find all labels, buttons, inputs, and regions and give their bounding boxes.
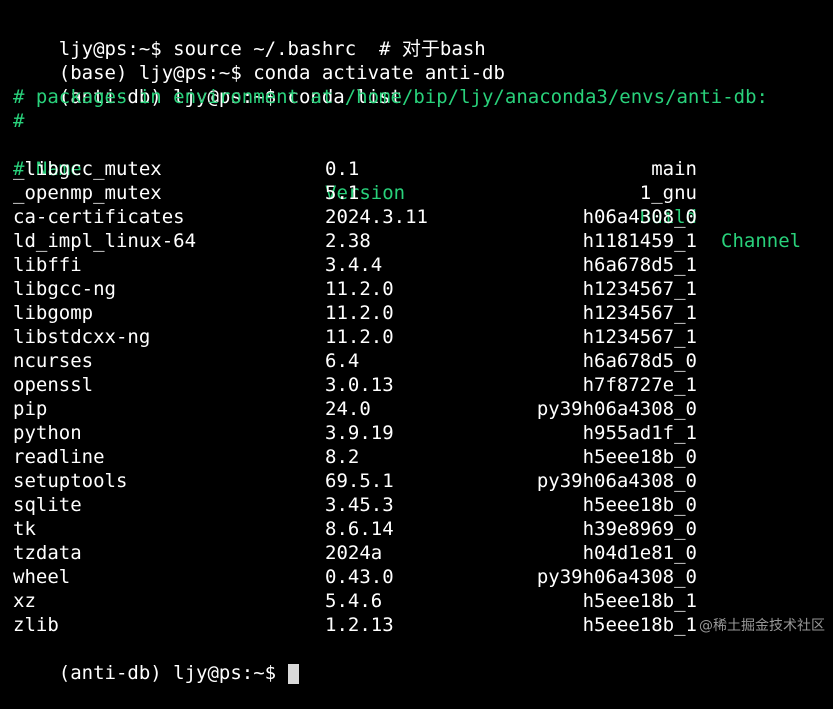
package-version: 2024.3.11 bbox=[325, 206, 428, 228]
table-row: tk 8.6.14 h39e8969_0 bbox=[13, 517, 833, 541]
package-name: ca-certificates bbox=[13, 206, 185, 228]
package-name: libgcc-ng bbox=[13, 278, 116, 300]
package-name: openssl bbox=[13, 374, 94, 396]
table-row: libstdcxx-ng 11.2.0 h1234567_1 bbox=[13, 325, 833, 349]
package-build: h06a4308_0 bbox=[582, 206, 697, 228]
package-version: 0.1 bbox=[325, 158, 360, 180]
table-row: _openmp_mutex 5.1 1_gnu bbox=[13, 181, 833, 205]
package-build: py39h06a4308_0 bbox=[536, 566, 697, 588]
package-build: h5eee18b_0 bbox=[582, 494, 697, 516]
table-row: xz 5.4.6 h5eee18b_1 bbox=[13, 589, 833, 613]
package-build: main bbox=[651, 158, 697, 180]
package-name: tzdata bbox=[13, 542, 82, 564]
package-name: _libgcc_mutex bbox=[13, 158, 162, 180]
package-version: 2024a bbox=[325, 542, 383, 564]
package-build: h04d1e81_0 bbox=[582, 542, 697, 564]
package-build: h6a678d5_1 bbox=[582, 254, 697, 276]
table-row: tzdata 2024a h04d1e81_0 bbox=[13, 541, 833, 565]
package-name: wheel bbox=[13, 566, 71, 588]
table-row: libgcc-ng 11.2.0 h1234567_1 bbox=[13, 277, 833, 301]
package-version: 8.2 bbox=[325, 446, 360, 468]
package-version: 1.2.13 bbox=[325, 614, 394, 636]
command-line: ljy@ps:~$ source ~/.bashrc # 对于bash bbox=[13, 13, 833, 60]
package-name: ncurses bbox=[13, 350, 94, 372]
package-version: 3.4.4 bbox=[325, 254, 383, 276]
package-version: 11.2.0 bbox=[325, 278, 394, 300]
package-name: libgomp bbox=[13, 302, 94, 324]
shell-prompt: (anti-db) ljy@ps:~$ bbox=[58, 662, 288, 684]
command-line: (base) ljy@ps:~$ conda activate anti-db bbox=[13, 37, 833, 84]
package-name: sqlite bbox=[13, 494, 82, 516]
table-row: ld_impl_linux-64 2.38 h1181459_1 bbox=[13, 229, 833, 253]
package-build: py39h06a4308_0 bbox=[536, 398, 697, 420]
package-version: 24.0 bbox=[325, 398, 371, 420]
package-build: h5eee18b_0 bbox=[582, 446, 697, 468]
package-version: 69.5.1 bbox=[325, 470, 394, 492]
table-row: setuptools 69.5.1 py39h06a4308_0 bbox=[13, 469, 833, 493]
package-build: h7f8727e_1 bbox=[582, 374, 697, 396]
package-build: h39e8969_0 bbox=[582, 518, 697, 540]
package-version: 5.4.6 bbox=[325, 590, 383, 612]
terminal-window[interactable]: ljy@ps:~$ source ~/.bashrc # 对于bash (bas… bbox=[13, 13, 833, 684]
package-name: tk bbox=[13, 518, 36, 540]
package-name: readline bbox=[13, 446, 105, 468]
table-row: libffi 3.4.4 h6a678d5_1 bbox=[13, 253, 833, 277]
package-build: h5eee18b_1 bbox=[582, 614, 697, 636]
text-cursor bbox=[287, 663, 299, 684]
environment-comment: # packages in environment at /home/bip/l… bbox=[13, 86, 768, 108]
package-version: 3.9.19 bbox=[325, 422, 394, 444]
watermark-text: @稀土掘金技术社区 bbox=[699, 618, 825, 634]
package-build: h5eee18b_1 bbox=[582, 590, 697, 612]
table-row: ca-certificates 2024.3.11 h06a4308_0 bbox=[13, 205, 833, 229]
package-version: 5.1 bbox=[325, 182, 360, 204]
table-row: wheel 0.43.0 py39h06a4308_0 bbox=[13, 565, 833, 589]
package-name: setuptools bbox=[13, 470, 128, 492]
package-version: 11.2.0 bbox=[325, 326, 394, 348]
package-name: pip bbox=[13, 398, 48, 420]
table-row: readline 8.2 h5eee18b_0 bbox=[13, 445, 833, 469]
package-version: 3.45.3 bbox=[325, 494, 394, 516]
package-name: zlib bbox=[13, 614, 59, 636]
table-row: openssl 3.0.13 h7f8727e_1 bbox=[13, 373, 833, 397]
package-name: libstdcxx-ng bbox=[13, 326, 151, 348]
command-line: (anti-db) ljy@ps:~$ conda list bbox=[13, 61, 833, 108]
comment-line: # bbox=[13, 110, 25, 132]
table-row: libgomp 11.2.0 h1234567_1 bbox=[13, 301, 833, 325]
package-build: h1181459_1 bbox=[582, 230, 697, 252]
table-row: python 3.9.19 h955ad1f_1 bbox=[13, 421, 833, 445]
package-name: _openmp_mutex bbox=[13, 182, 162, 204]
package-build: py39h06a4308_0 bbox=[536, 470, 697, 492]
table-row: pip 24.0 py39h06a4308_0 bbox=[13, 397, 833, 421]
package-list: _libgcc_mutex 0.1 main _openmp_mutex 5.1 1_gn… bbox=[13, 157, 833, 637]
package-build: h6a678d5_0 bbox=[582, 350, 697, 372]
package-build: 1_gnu bbox=[639, 182, 697, 204]
package-build: h1234567_1 bbox=[582, 326, 697, 348]
package-version: 2.38 bbox=[325, 230, 371, 252]
package-name: libffi bbox=[13, 254, 82, 276]
package-version: 0.43.0 bbox=[325, 566, 394, 588]
table-row: _libgcc_mutex 0.1 main bbox=[13, 157, 833, 181]
package-build: h1234567_1 bbox=[582, 302, 697, 324]
package-build: h1234567_1 bbox=[582, 278, 697, 300]
package-name: xz bbox=[13, 590, 36, 612]
table-row: ncurses 6.4 h6a678d5_0 bbox=[13, 349, 833, 373]
package-version: 8.6.14 bbox=[325, 518, 394, 540]
package-version: 11.2.0 bbox=[325, 302, 394, 324]
package-version: 3.0.13 bbox=[325, 374, 394, 396]
table-row: sqlite 3.45.3 h5eee18b_0 bbox=[13, 493, 833, 517]
package-name: ld_impl_linux-64 bbox=[13, 230, 197, 252]
package-name: python bbox=[13, 422, 82, 444]
package-build: h955ad1f_1 bbox=[582, 422, 697, 444]
active-prompt-line[interactable]: (anti-db) ljy@ps:~$ bbox=[13, 637, 833, 684]
package-version: 6.4 bbox=[325, 350, 360, 372]
table-header: # Name Version Build Channel bbox=[13, 133, 833, 252]
